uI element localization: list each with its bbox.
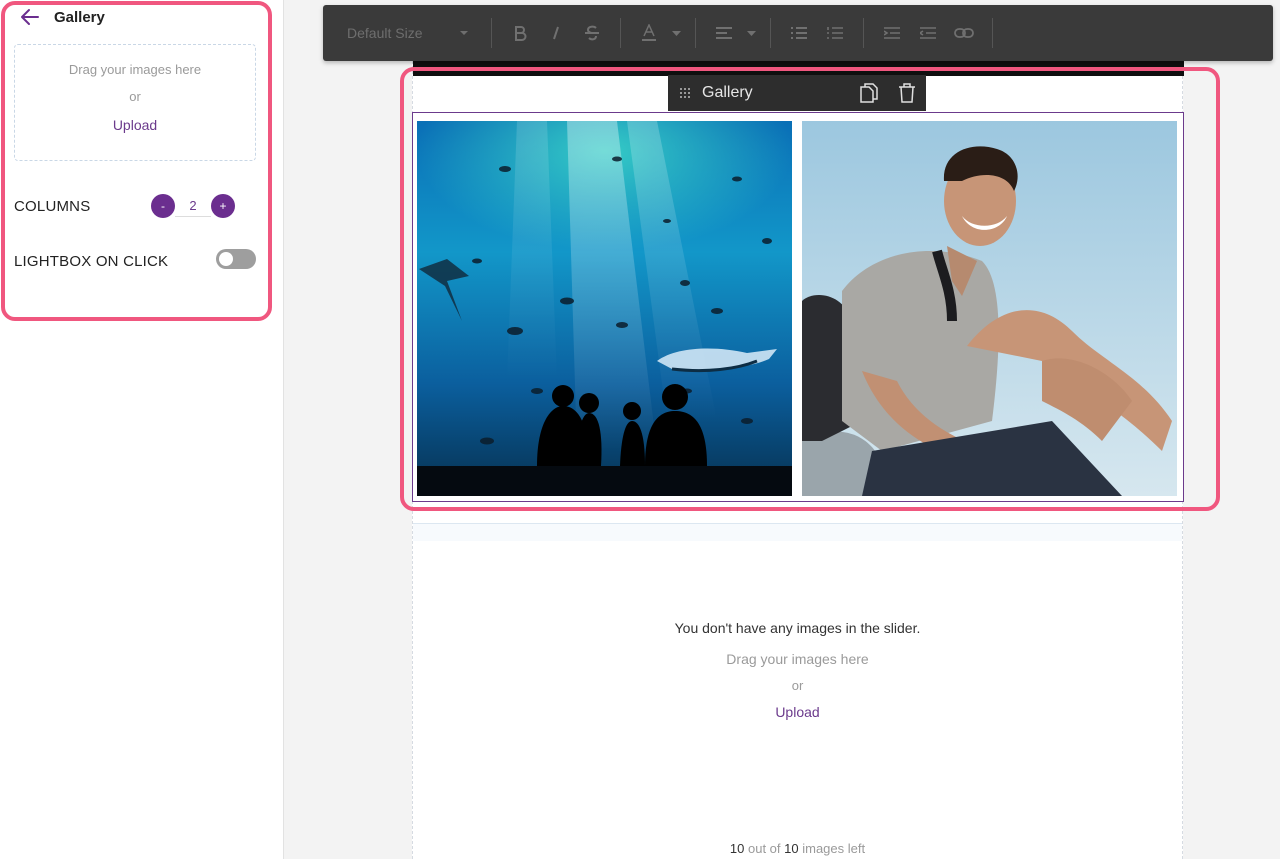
chevron-down-icon: [746, 30, 756, 36]
strikethrough-button[interactable]: [574, 17, 610, 49]
trash-icon: [899, 83, 915, 103]
indent-group: [864, 17, 992, 49]
lightbox-label: LIGHTBOX ON CLICK: [14, 253, 169, 270]
slider-empty-state[interactable]: You don't have any images in the slider.…: [413, 620, 1182, 720]
columns-label: COLUMNS: [14, 198, 91, 215]
panel-title: Gallery: [54, 8, 105, 26]
format-group: [492, 17, 620, 49]
outdent-button[interactable]: [910, 17, 946, 49]
lightbox-setting: LIGHTBOX ON CLICK: [14, 248, 256, 274]
toolbar-divider: [992, 18, 993, 48]
columns-increment-button[interactable]: +: [211, 194, 235, 218]
drag-handle[interactable]: [668, 87, 702, 99]
indent-icon: [884, 27, 900, 39]
numbered-list-button[interactable]: [817, 17, 853, 49]
drag-handle-icon: [680, 88, 690, 98]
font-size-label: Default Size: [347, 25, 423, 41]
upload-link[interactable]: Upload: [15, 117, 255, 133]
bullet-list-icon: [791, 27, 807, 39]
bullet-list-button[interactable]: [781, 17, 817, 49]
page-top-bar: [413, 61, 1184, 76]
italic-button[interactable]: [538, 17, 574, 49]
copy-icon: [860, 83, 878, 103]
images-total: 10: [784, 841, 799, 856]
text-toolbar: Default Size: [323, 5, 1273, 61]
italic-icon: [553, 26, 559, 40]
columns-stepper: - +: [151, 194, 235, 218]
strikethrough-icon: [585, 25, 599, 41]
bold-icon: [515, 26, 527, 41]
block-separator: [413, 523, 1182, 541]
counter-mid-text: out of: [747, 841, 781, 856]
link-button[interactable]: [946, 17, 982, 49]
link-icon: [954, 28, 974, 38]
slider-empty-text: You don't have any images in the slider.: [674, 620, 921, 636]
slider-upload-link[interactable]: Upload: [413, 704, 1182, 720]
gallery-block-toolbar: Gallery: [668, 75, 926, 111]
chevron-down-icon: [460, 31, 468, 35]
panel-header: Gallery: [20, 8, 105, 26]
counter-suffix-text: images left: [802, 841, 866, 856]
slider-or-text: or: [791, 678, 804, 693]
image-dropzone[interactable]: Drag your images here or Upload: [14, 44, 256, 161]
back-arrow-icon[interactable]: [20, 8, 40, 26]
settings-sidebar: Gallery Drag your images here or Upload …: [0, 0, 284, 859]
gallery-image-aquarium[interactable]: [417, 121, 792, 496]
lightbox-toggle[interactable]: [216, 249, 256, 269]
columns-value-input[interactable]: [175, 195, 211, 217]
toggle-knob: [219, 252, 233, 266]
align-button[interactable]: [706, 17, 742, 49]
outdent-icon: [920, 27, 936, 39]
color-group: [621, 17, 695, 49]
slider-drag-text: Drag your images here: [726, 651, 869, 667]
columns-setting: COLUMNS - +: [14, 193, 256, 219]
duplicate-block-button[interactable]: [850, 75, 888, 111]
images-left-counter: 10 out of 10 images left: [413, 841, 1182, 856]
text-color-dropdown[interactable]: [667, 30, 685, 36]
bold-button[interactable]: [502, 17, 538, 49]
font-size-dropdown[interactable]: Default Size: [323, 25, 491, 41]
images-remaining: 10: [729, 841, 745, 856]
indent-button[interactable]: [874, 17, 910, 49]
chevron-down-icon: [671, 30, 681, 36]
dropzone-drag-text: Drag your images here: [68, 62, 202, 77]
gallery-image-person[interactable]: [802, 121, 1177, 496]
align-icon: [716, 27, 732, 39]
dropzone-or-text: or: [129, 89, 141, 104]
columns-decrement-button[interactable]: -: [151, 194, 175, 218]
text-color-icon: [642, 24, 656, 41]
align-group: [696, 17, 770, 49]
aquarium-photo: [417, 121, 792, 496]
numbered-list-icon: [827, 27, 843, 39]
text-color-button[interactable]: [631, 17, 667, 49]
align-dropdown[interactable]: [742, 30, 760, 36]
delete-block-button[interactable]: [888, 75, 926, 111]
gallery-block-label: Gallery: [702, 84, 753, 101]
list-group: [771, 17, 863, 49]
person-photo: [802, 121, 1177, 496]
